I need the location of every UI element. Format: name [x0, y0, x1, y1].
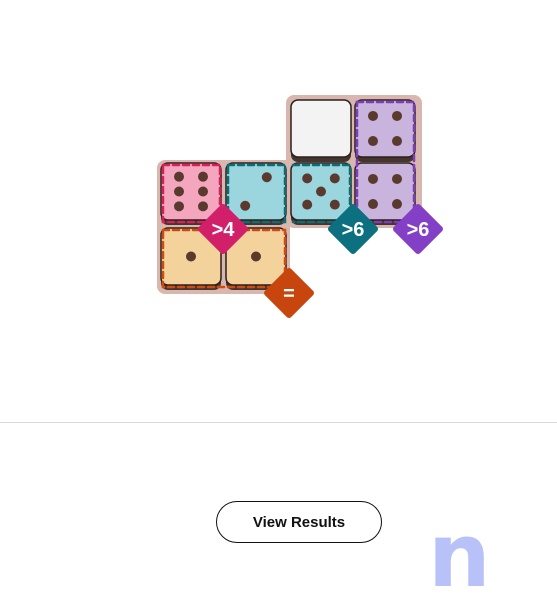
- constraint-label: >4: [212, 219, 236, 241]
- pip: [316, 186, 326, 197]
- constraint-label: =: [283, 283, 295, 305]
- puzzle-board: >4 >6 >6 =: [157, 95, 443, 318]
- pip: [302, 173, 313, 184]
- divider: [0, 422, 557, 423]
- pip: [368, 110, 378, 121]
- pip: [302, 199, 313, 210]
- pip: [329, 173, 340, 184]
- pip: [174, 201, 184, 212]
- die-empty-top[interactable]: [290, 99, 352, 162]
- die-purple-top[interactable]: [354, 99, 416, 162]
- view-results-button[interactable]: View Results: [216, 501, 382, 543]
- pip: [174, 186, 184, 197]
- pip: [261, 172, 272, 183]
- n-logo-icon: n: [428, 504, 491, 607]
- pip: [240, 200, 251, 211]
- constraint-label: >6: [407, 219, 430, 241]
- pip: [198, 171, 208, 182]
- pip: [198, 186, 208, 197]
- pip: [368, 136, 378, 147]
- pip: [392, 110, 402, 121]
- pip: [251, 251, 261, 262]
- pip: [174, 171, 184, 182]
- constraint-label: >6: [342, 219, 365, 241]
- pip: [392, 136, 402, 147]
- pip: [392, 173, 402, 184]
- pip: [186, 251, 196, 262]
- pip: [368, 199, 378, 210]
- pip: [368, 173, 378, 184]
- pip: [198, 201, 208, 212]
- pip: [329, 199, 340, 210]
- pip: [392, 199, 402, 210]
